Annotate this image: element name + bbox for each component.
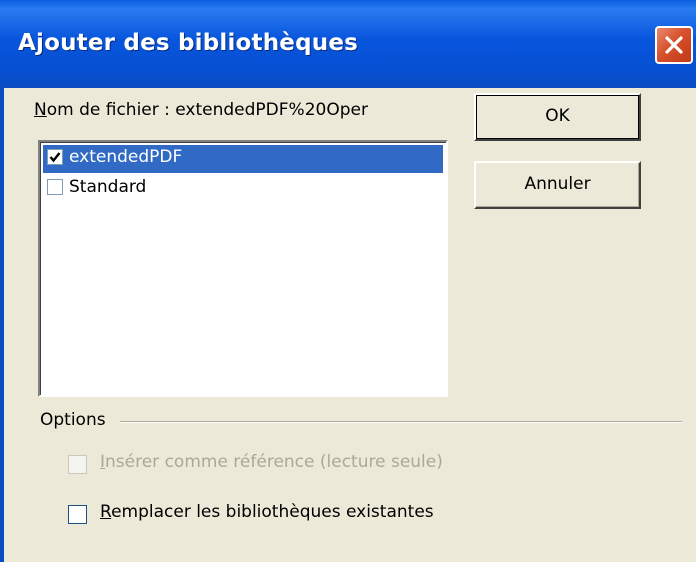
filename-label-mnemonic: N xyxy=(34,100,47,120)
replace-existing-text: emplacer les bibliothèques existantes xyxy=(111,502,434,522)
insert-as-reference-label: Insérer comme référence (lecture seule) xyxy=(100,452,443,472)
list-item-extendedpdf[interactable]: extendedPDF xyxy=(43,145,443,173)
insert-as-reference-text: nsérer comme référence (lecture seule) xyxy=(105,452,443,472)
replace-existing-mnemonic: R xyxy=(100,502,112,522)
cancel-button[interactable]: Annuler xyxy=(474,161,641,209)
list-item-standard[interactable]: Standard xyxy=(43,175,443,203)
options-group-label: Options xyxy=(40,410,114,430)
title-bar[interactable]: Ajouter des bibliothèques xyxy=(0,0,696,88)
library-name: Standard xyxy=(69,177,147,197)
ok-button[interactable]: OK xyxy=(474,93,641,141)
options-divider xyxy=(120,421,682,423)
replace-existing-label: Remplacer les bibliothèques existantes xyxy=(100,502,434,522)
library-name: extendedPDF xyxy=(69,147,183,167)
window-frame-left xyxy=(0,88,4,562)
insert-as-reference-checkbox[interactable] xyxy=(68,455,87,474)
close-button[interactable] xyxy=(655,26,693,64)
filename-label-text: om de fichier : extendedPDF%20Oper xyxy=(46,100,368,120)
dialog-window: Ajouter des bibliothèques Nom de fichier… xyxy=(0,0,696,562)
replace-existing-checkbox[interactable] xyxy=(68,505,87,524)
library-checkbox-standard[interactable] xyxy=(47,179,63,195)
filename-label: Nom de fichier : extendedPDF%20Oper xyxy=(34,100,368,120)
library-list[interactable]: extendedPDF Standard xyxy=(38,140,448,397)
window-title: Ajouter des bibliothèques xyxy=(18,30,359,56)
library-checkbox-extendedpdf[interactable] xyxy=(47,149,63,165)
